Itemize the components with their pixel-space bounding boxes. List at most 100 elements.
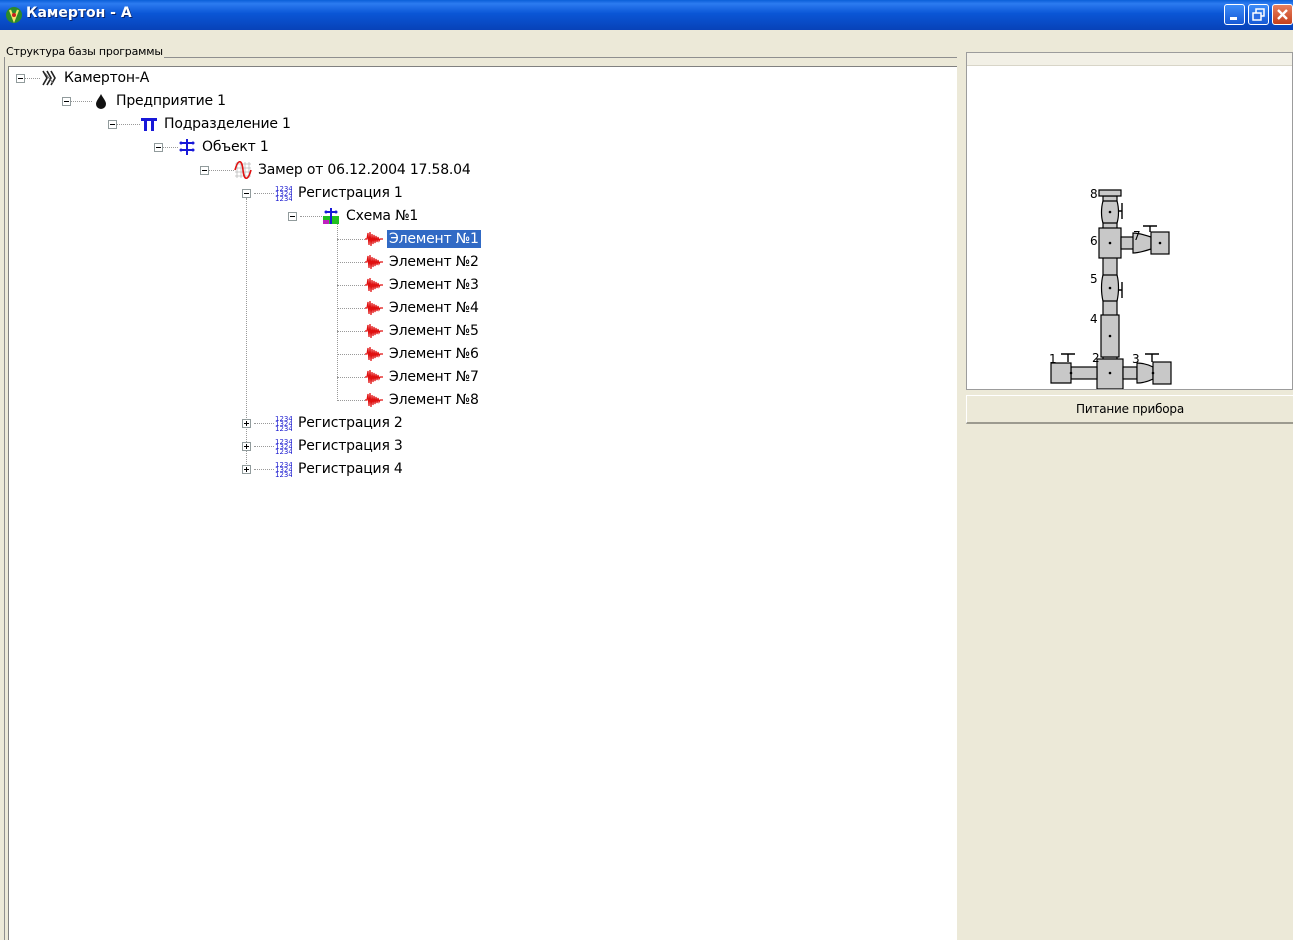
tree-item-label: Элемент №5 bbox=[389, 323, 479, 339]
tree-line bbox=[246, 198, 247, 472]
title-bar: Камертон - A bbox=[0, 0, 1293, 30]
tree-line bbox=[70, 101, 92, 102]
tree-line bbox=[300, 216, 322, 217]
expand-icon[interactable] bbox=[242, 442, 251, 451]
collapse-icon[interactable] bbox=[200, 166, 209, 175]
tree-item-element-6[interactable]: Элемент №6 bbox=[365, 343, 481, 365]
tree-item-label: Элемент №1 bbox=[386, 229, 482, 249]
svg-text:1234: 1234 bbox=[275, 425, 292, 432]
scheme-label-8: 8 bbox=[1090, 187, 1098, 201]
tree-item-label: Камертон-А bbox=[64, 70, 150, 86]
tree-item-label: Регистрация 4 bbox=[298, 461, 403, 477]
oil-drop-icon bbox=[96, 94, 106, 109]
tree-item-label: Замер от 06.12.2004 17.58.04 bbox=[258, 162, 471, 178]
collapse-icon[interactable] bbox=[62, 97, 71, 106]
tree-line bbox=[162, 147, 178, 148]
tree-item-registration-4[interactable]: 1234 1324 1234 Регистрация 4 bbox=[274, 458, 405, 480]
tree-line bbox=[337, 285, 365, 286]
tree-item-element-2[interactable]: Элемент №2 bbox=[365, 251, 481, 273]
signal-icon bbox=[365, 231, 383, 247]
signal-icon bbox=[365, 323, 383, 339]
device-power-label: Питание прибора bbox=[1076, 402, 1184, 416]
tree-item-element-7[interactable]: Элемент №7 bbox=[365, 366, 481, 388]
tree-item-label: Схема №1 bbox=[346, 208, 419, 224]
collapse-icon[interactable] bbox=[154, 143, 163, 152]
scheme-icon bbox=[323, 208, 339, 224]
tree-item-label: Объект 1 bbox=[202, 139, 269, 155]
tree-line bbox=[337, 262, 365, 263]
tree-line bbox=[337, 400, 365, 401]
registration-icon: 1234 1324 1234 bbox=[275, 461, 292, 478]
tree-group-label: Структура базы программы bbox=[5, 45, 164, 58]
tree-item-measurement[interactable]: Замер от 06.12.2004 17.58.04 bbox=[234, 159, 473, 181]
registration-icon: 1234 1324 1234 bbox=[275, 185, 292, 202]
program-structure-tree[interactable]: Камертон-А Предприятие 1 Подразделение 1… bbox=[8, 66, 957, 940]
tree-line bbox=[337, 308, 365, 309]
tree-item-label: Элемент №7 bbox=[389, 369, 479, 385]
tree-line bbox=[24, 78, 40, 79]
expand-icon[interactable] bbox=[242, 465, 251, 474]
tree-item-label: Регистрация 2 bbox=[298, 415, 403, 431]
tree-item-kamerton[interactable]: Камертон-А bbox=[40, 67, 151, 89]
tree-item-registration-3[interactable]: 1234 1324 1234 Регистрация 3 bbox=[274, 435, 405, 457]
device-power-button[interactable]: Питание прибора bbox=[966, 395, 1293, 424]
tree-item-object[interactable]: Объект 1 bbox=[178, 136, 271, 158]
scheme-label-1: 1 bbox=[1049, 352, 1057, 366]
scheme-preview: 8 6 7 5 4 1 2 3 bbox=[966, 52, 1293, 390]
tree-item-label: Элемент №2 bbox=[389, 254, 479, 270]
tree-line bbox=[337, 354, 365, 355]
close-icon bbox=[1277, 9, 1288, 20]
tree-item-element-8[interactable]: Элемент №8 bbox=[365, 389, 481, 411]
signal-icon bbox=[365, 369, 383, 385]
restore-icon bbox=[1252, 8, 1265, 21]
scheme-label-3: 3 bbox=[1132, 352, 1140, 366]
signal-icon bbox=[365, 392, 383, 408]
tree-line bbox=[337, 221, 338, 401]
scheme-label-2: 2 bbox=[1092, 351, 1100, 365]
tree-item-registration-2[interactable]: 1234 1324 1234 Регистрация 2 bbox=[274, 412, 405, 434]
object-icon bbox=[179, 139, 195, 155]
svg-text:1234: 1234 bbox=[275, 448, 292, 455]
expand-icon[interactable] bbox=[242, 419, 251, 428]
wellhead-scheme-diagram: 8 6 7 5 4 1 2 3 bbox=[1049, 187, 1172, 389]
tree-item-label: Элемент №3 bbox=[389, 277, 479, 293]
tree-item-division[interactable]: Подразделение 1 bbox=[140, 113, 293, 135]
tree-item-element-5[interactable]: Элемент №5 bbox=[365, 320, 481, 342]
tree-item-scheme-1[interactable]: Схема №1 bbox=[322, 205, 420, 227]
close-button[interactable] bbox=[1272, 4, 1293, 25]
minimize-icon bbox=[1230, 17, 1237, 20]
tree-line bbox=[254, 446, 274, 447]
tree-line bbox=[254, 423, 274, 424]
tree-line bbox=[337, 331, 365, 332]
tree-item-element-4[interactable]: Элемент №4 bbox=[365, 297, 481, 319]
tree-item-label: Регистрация 3 bbox=[298, 438, 403, 454]
collapse-icon[interactable] bbox=[288, 212, 297, 221]
scheme-label-7: 7 bbox=[1133, 229, 1141, 243]
scheme-label-5: 5 bbox=[1090, 272, 1098, 286]
collapse-icon[interactable] bbox=[16, 74, 25, 83]
tuning-fork-icon bbox=[42, 70, 56, 86]
signal-icon bbox=[365, 254, 383, 270]
signal-icon bbox=[365, 346, 383, 362]
registration-icon: 1234 1324 1234 bbox=[275, 415, 292, 432]
tree-item-element-1[interactable]: Элемент №1 bbox=[365, 228, 482, 250]
collapse-icon[interactable] bbox=[242, 189, 251, 198]
tree-line bbox=[254, 469, 274, 470]
tree-line bbox=[337, 377, 365, 378]
signal-icon bbox=[365, 300, 383, 316]
collapse-icon[interactable] bbox=[108, 120, 117, 129]
measurement-icon bbox=[234, 161, 252, 179]
tree-item-registration-1[interactable]: 1234 1324 1234 Регистрация 1 bbox=[274, 182, 405, 204]
tree-item-label: Элемент №6 bbox=[389, 346, 479, 362]
tree-item-label: Подразделение 1 bbox=[164, 116, 291, 132]
minimize-button[interactable] bbox=[1224, 4, 1245, 25]
tree-item-enterprise[interactable]: Предприятие 1 bbox=[92, 90, 228, 112]
tree-item-label: Предприятие 1 bbox=[116, 93, 226, 109]
tree-line bbox=[254, 193, 274, 194]
tree-line bbox=[337, 239, 365, 240]
division-icon bbox=[141, 118, 157, 131]
tree-item-element-3[interactable]: Элемент №3 bbox=[365, 274, 481, 296]
restore-button[interactable] bbox=[1248, 4, 1269, 25]
registration-icon: 1234 1324 1234 bbox=[275, 438, 292, 455]
tree-line bbox=[116, 124, 140, 125]
